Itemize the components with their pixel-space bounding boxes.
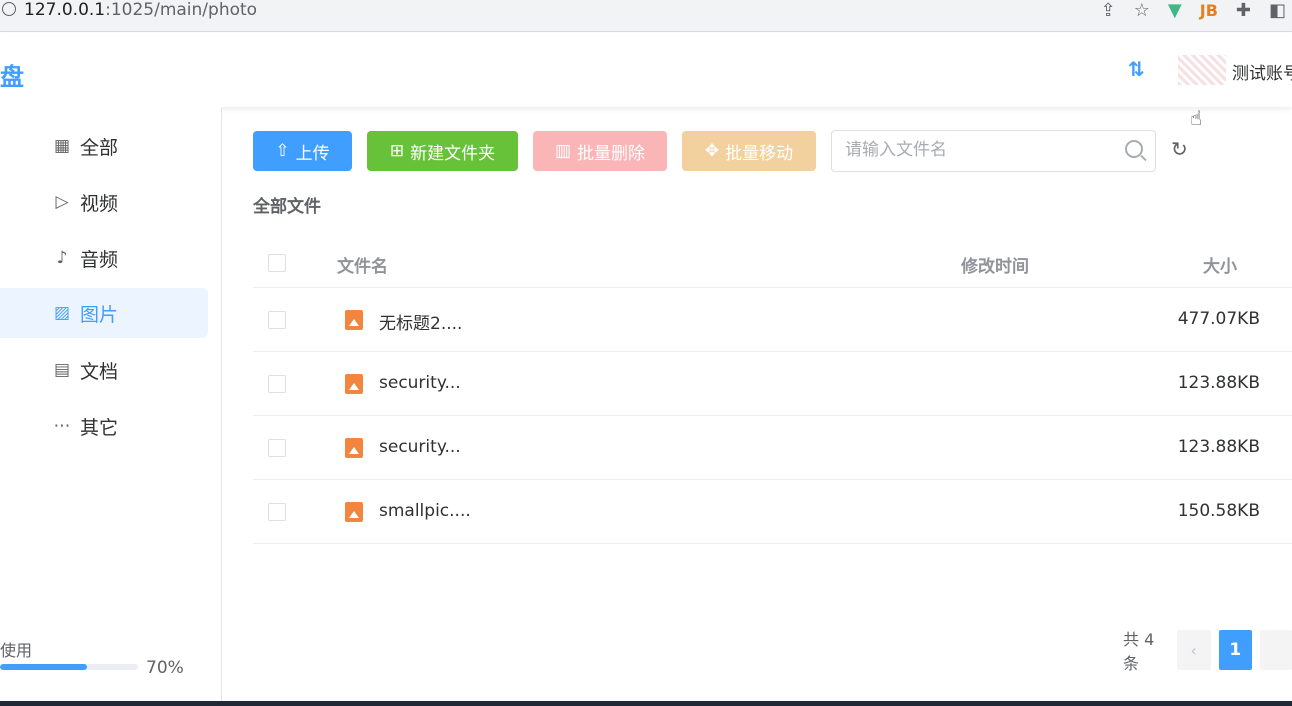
pagination: 共 4 条 ‹ 1: [1123, 626, 1292, 674]
sidebar: ▦ 全部 ▷ 视频 ♪ 音频 ▨ 图片 ▤ 文档 ⋯ 其它 使用 70%: [0, 107, 222, 706]
browser-toolbar: 127.0.0.1:1025/main/photo ⇪ ☆ ▼ JB ✚ ◧: [0, 0, 1292, 32]
file-size: 123.88KB: [1177, 373, 1260, 393]
file-table: 文件名 修改时间 大小 无标题2.... 477.07KB security..…: [253, 238, 1292, 544]
sidebar-item-document[interactable]: ▤ 文档: [0, 345, 208, 395]
row-checkbox[interactable]: [268, 375, 286, 393]
column-header-size[interactable]: 大小: [1203, 252, 1237, 277]
sidebar-item-audio[interactable]: ♪ 音频: [0, 233, 208, 283]
image-file-icon: [345, 502, 363, 522]
trash-icon: ▥: [554, 141, 572, 160]
star-icon[interactable]: ☆: [1134, 1, 1150, 21]
transfer-icon[interactable]: ⇅: [1128, 57, 1145, 81]
sidebar-item-label: 文档: [80, 360, 119, 383]
row-checkbox[interactable]: [268, 503, 286, 521]
search-icon[interactable]: [1125, 140, 1143, 158]
sidebar-item-all[interactable]: ▦ 全部: [0, 121, 208, 171]
app-logo: 盘: [0, 63, 24, 91]
file-name[interactable]: smallpic....: [379, 501, 471, 521]
avatar[interactable]: [1178, 55, 1226, 85]
sidebar-item-label: 其它: [80, 416, 119, 439]
column-header-name[interactable]: 文件名: [337, 252, 388, 277]
file-name[interactable]: 无标题2....: [379, 309, 462, 334]
sidebar-item-image[interactable]: ▨ 图片: [0, 288, 208, 338]
more-icon: ⋯: [53, 416, 71, 436]
upload-button[interactable]: ⇧ 上传: [253, 131, 352, 171]
document-icon: ▤: [53, 360, 71, 380]
storage-progress-bar: [0, 664, 138, 670]
image-file-icon: [345, 374, 363, 394]
page-number-current[interactable]: 1: [1218, 630, 1253, 670]
grid-icon: ▦: [53, 136, 71, 156]
refresh-icon[interactable]: ↻: [1171, 137, 1188, 161]
storage-percent: 70%: [146, 658, 184, 678]
url-host: 127.0.0.1: [24, 0, 106, 20]
sidebar-item-label: 音频: [80, 248, 119, 271]
image-file-icon: [345, 438, 363, 458]
search-input[interactable]: [832, 131, 1112, 169]
file-size: 150.58KB: [1177, 501, 1260, 521]
sidebar-item-label: 图片: [80, 303, 119, 326]
new-folder-button[interactable]: ⊞ 新建文件夹: [367, 131, 518, 171]
app-header: 盘 ⇅ 测试账号: [0, 33, 1292, 107]
table-row[interactable]: 无标题2.... 477.07KB: [253, 288, 1292, 352]
mic-icon: ♪: [56, 248, 68, 268]
file-name[interactable]: security...: [379, 373, 461, 393]
row-checkbox[interactable]: [268, 311, 286, 329]
row-checkbox[interactable]: [268, 439, 286, 457]
search-box: [831, 130, 1156, 172]
file-size: 477.07KB: [1177, 309, 1260, 329]
folder-plus-icon: ⊞: [389, 141, 405, 160]
table-header: 文件名 修改时间 大小: [253, 238, 1292, 288]
file-size: 123.88KB: [1177, 437, 1260, 457]
upload-button-label: 上传: [295, 143, 330, 163]
sidebar-item-label: 全部: [80, 136, 119, 159]
batch-delete-button[interactable]: ▥ 批量删除: [533, 131, 667, 171]
storage-label: 使用: [0, 641, 33, 660]
table-row[interactable]: smallpic.... 150.58KB: [253, 480, 1292, 544]
upload-icon: ⇧: [275, 141, 290, 160]
image-file-icon: [345, 310, 363, 330]
url-path: :1025/main/photo: [105, 0, 258, 20]
table-row[interactable]: security... 123.88KB: [253, 416, 1292, 480]
address-bar[interactable]: 127.0.0.1:1025/main/photo: [0, 0, 1292, 26]
taskbar-edge: [0, 701, 1292, 706]
sidepanel-icon[interactable]: ◧: [1269, 1, 1286, 21]
image-icon: ▨: [53, 303, 71, 323]
vue-devtools-icon[interactable]: ▼: [1168, 1, 1182, 21]
select-all-checkbox[interactable]: [268, 254, 286, 272]
batch-move-button[interactable]: ✥ 批量移动: [682, 131, 816, 171]
prev-page-button[interactable]: ‹: [1176, 630, 1211, 670]
username[interactable]: 测试账号: [1232, 59, 1292, 84]
video-icon: ▷: [55, 192, 69, 212]
new-folder-button-label: 新建文件夹: [410, 143, 496, 163]
extensions-icon[interactable]: ✚: [1236, 1, 1251, 21]
table-row[interactable]: security... 123.88KB: [253, 352, 1292, 416]
move-icon: ✥: [704, 141, 720, 160]
sidebar-item-other[interactable]: ⋯ 其它: [0, 401, 208, 451]
next-page-button[interactable]: [1260, 630, 1292, 670]
share-icon[interactable]: ⇪: [1101, 1, 1116, 21]
site-info-icon[interactable]: [2, 2, 16, 16]
hand-cursor-icon: ☝: [1190, 106, 1203, 130]
sidebar-item-label: 视频: [80, 192, 119, 215]
jb-icon[interactable]: JB: [1200, 1, 1218, 21]
file-name[interactable]: security...: [379, 437, 461, 457]
batch-move-button-label: 批量移动: [725, 143, 794, 163]
pagination-total: 共 4 条: [1123, 630, 1155, 673]
column-header-modified[interactable]: 修改时间: [961, 252, 1029, 277]
breadcrumb[interactable]: 全部文件: [253, 192, 321, 217]
storage-progress-fill: [0, 664, 87, 670]
sidebar-item-video[interactable]: ▷ 视频: [0, 177, 208, 227]
batch-delete-button-label: 批量删除: [577, 143, 646, 163]
